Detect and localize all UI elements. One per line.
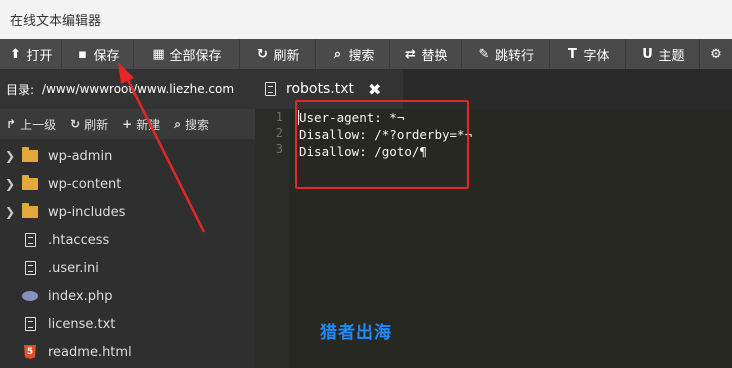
line-number: 2 xyxy=(275,126,283,140)
save-all-button[interactable]: ▦ 全部保存 xyxy=(134,39,240,69)
directory-path: /www/wwwroot/www.liezhe.com xyxy=(42,82,235,96)
file-name: index.php xyxy=(48,288,113,304)
file-item-readme-html[interactable]: 5 readme.html xyxy=(0,338,255,366)
watermark: 猎者出海 xyxy=(320,323,392,343)
new-icon: + xyxy=(122,117,133,131)
save-all-icon: ▦ xyxy=(152,46,165,62)
save-icon: ▪ xyxy=(78,46,87,62)
up-level-icon: ↱ xyxy=(6,117,17,131)
sidebar-search-button[interactable]: ⌕ 搜索 xyxy=(174,116,209,133)
upload-icon: ⬆ xyxy=(10,46,21,62)
line-number: 1 xyxy=(275,110,283,124)
refresh-button[interactable]: ↻ 刷新 xyxy=(240,39,316,69)
goto-line-button[interactable]: ✎ 跳转行 xyxy=(462,39,550,69)
file-icon xyxy=(24,317,36,331)
line-number: 3 xyxy=(275,142,283,156)
code-editor[interactable]: 1 2 3 User-agent: *¬ Disallow: /*?orderb… xyxy=(255,100,732,368)
save-button[interactable]: ▪ 保存 xyxy=(62,39,134,69)
tab-filename: robots.txt xyxy=(286,81,354,97)
file-name: .htaccess xyxy=(48,232,110,248)
search-button[interactable]: ⌕ 搜索 xyxy=(316,39,390,69)
file-item-license-txt[interactable]: license.txt xyxy=(0,310,255,338)
folder-icon xyxy=(22,203,38,218)
font-button[interactable]: T 字体 xyxy=(550,39,626,69)
file-name: wp-content xyxy=(48,176,122,192)
chevron-right-icon[interactable]: ❯ xyxy=(0,177,20,191)
file-item-wp-includes[interactable]: ❯ wp-includes xyxy=(0,198,255,226)
html5-icon: 5 xyxy=(24,345,36,359)
file-item-htaccess[interactable]: .htaccess xyxy=(0,226,255,254)
search-icon: ⌕ xyxy=(333,46,342,62)
file-name: readme.html xyxy=(48,344,132,360)
file-item-index-php[interactable]: index.php xyxy=(0,282,255,310)
file-item-wp-admin[interactable]: ❯ wp-admin xyxy=(0,142,255,170)
file-icon xyxy=(265,82,276,96)
up-level-button[interactable]: ↱ 上一级 xyxy=(6,116,56,133)
theme-button[interactable]: U 主题 xyxy=(626,39,700,69)
file-sidebar: 目录: /www/wwwroot/www.liezhe.com ↱ 上一级 ↻ … xyxy=(0,69,255,368)
chevron-right-icon[interactable]: ❯ xyxy=(0,205,20,219)
close-icon[interactable]: ✖ xyxy=(368,80,381,99)
settings-button[interactable]: ⚙ xyxy=(700,39,732,69)
gear-icon: ⚙ xyxy=(710,46,722,62)
folder-icon xyxy=(22,175,38,190)
editor-panel: robots.txt ✖ 1 2 3 User-agent: *¬ Disall… xyxy=(255,69,732,368)
magnet-icon: U xyxy=(642,46,653,62)
sidebar-actions: ↱ 上一级 ↻ 刷新 + 新建 ⌕ 搜索 xyxy=(0,109,255,139)
line-number-gutter: 1 2 3 xyxy=(255,109,289,368)
window-title-bar: 在线文本编辑器 xyxy=(0,0,732,39)
file-name: wp-includes xyxy=(48,204,126,220)
file-name: license.txt xyxy=(48,316,116,332)
file-list: ❯ wp-admin ❯ wp-content ❯ wp-includes .h… xyxy=(0,139,255,366)
main-toolbar: ⬆ 打开 ▪ 保存 ▦ 全部保存 ↻ 刷新 ⌕ 搜索 ⇄ 替换 ✎ 跳转行 T … xyxy=(0,39,732,69)
directory-path-row: 目录: /www/wwwroot/www.liezhe.com xyxy=(0,69,255,109)
font-icon: T xyxy=(568,46,577,62)
pin-icon: ✎ xyxy=(478,46,490,62)
file-name: .user.ini xyxy=(48,260,99,276)
replace-icon: ⇄ xyxy=(405,46,416,62)
annotation-highlight-box xyxy=(295,100,469,189)
new-file-button[interactable]: + 新建 xyxy=(122,116,160,133)
search-icon: ⌕ xyxy=(174,116,181,131)
php-icon xyxy=(22,291,38,301)
window-title: 在线文本编辑器 xyxy=(10,14,102,29)
refresh-icon: ↻ xyxy=(257,46,268,62)
file-item-wp-content[interactable]: ❯ wp-content xyxy=(0,170,255,198)
file-item-user-ini[interactable]: .user.ini xyxy=(0,254,255,282)
refresh-icon: ↻ xyxy=(70,117,81,131)
folder-icon xyxy=(22,147,38,162)
file-icon xyxy=(24,233,36,247)
sidebar-refresh-button[interactable]: ↻ 刷新 xyxy=(70,116,108,133)
file-name: wp-admin xyxy=(48,148,113,164)
file-icon xyxy=(24,261,36,275)
replace-button[interactable]: ⇄ 替换 xyxy=(390,39,462,69)
chevron-right-icon[interactable]: ❯ xyxy=(0,149,20,163)
directory-label: 目录: xyxy=(6,82,35,97)
open-button[interactable]: ⬆ 打开 xyxy=(0,39,62,69)
